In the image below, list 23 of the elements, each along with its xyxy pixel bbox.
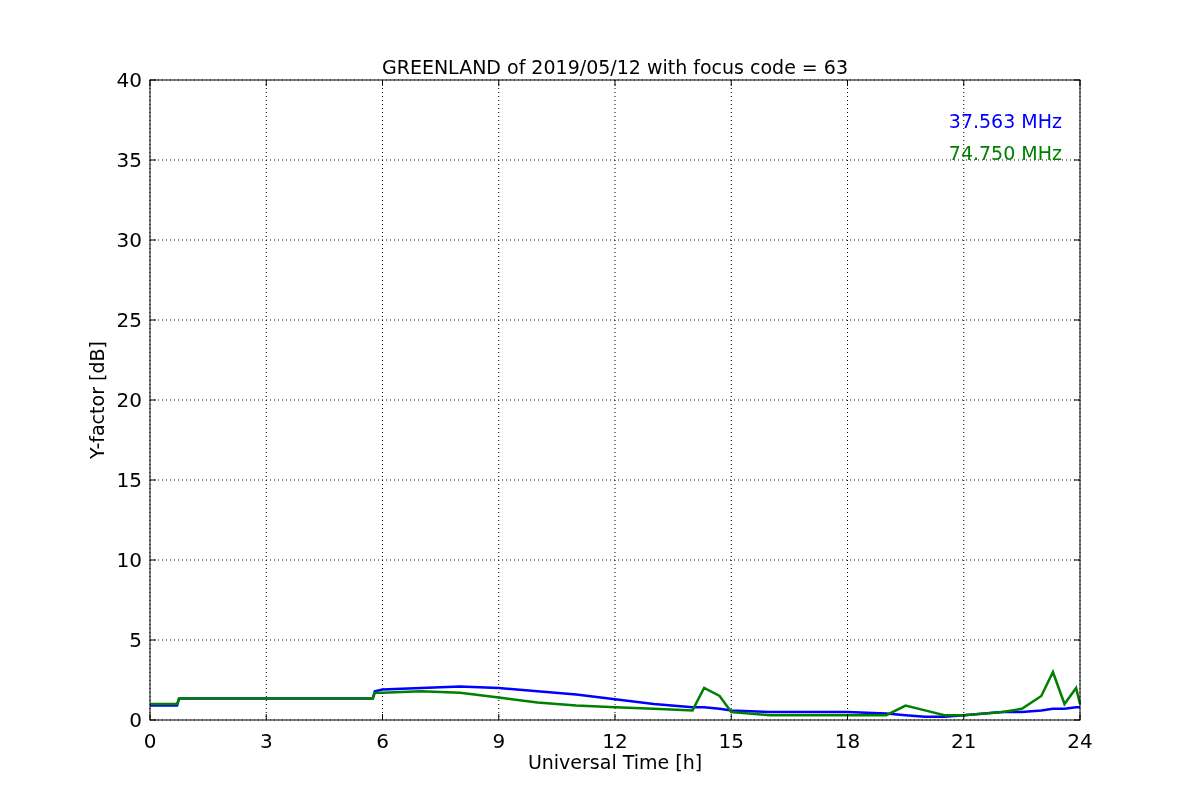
y-axis-label: Y-factor [dB] — [86, 341, 108, 459]
x-tick-label: 21 — [951, 729, 977, 753]
chart-title: GREENLAND of 2019/05/12 with focus code = 63 — [382, 56, 848, 78]
x-tick-label: 9 — [492, 729, 506, 753]
legend-label: 74.750 MHz — [948, 142, 1062, 164]
x-tick-label: 18 — [834, 729, 861, 753]
legend-label: 37.563 MHz — [948, 110, 1062, 132]
y-tick-label: 20 — [116, 388, 142, 412]
y-tick-label: 35 — [116, 148, 142, 172]
x-axis-label: Universal Time [h] — [527, 751, 703, 773]
x-tick-label: 15 — [718, 729, 744, 753]
y-tick-label: 40 — [116, 68, 142, 92]
y-tick-label: 25 — [116, 308, 142, 332]
y-tick-label: 15 — [116, 468, 142, 492]
y-tick-label: 30 — [116, 228, 142, 252]
x-tick-label: 6 — [376, 729, 389, 753]
x-tick-label: 0 — [143, 729, 157, 753]
y-tick-label: 10 — [116, 548, 142, 572]
x-tick-label: 24 — [1067, 729, 1093, 753]
x-tick-label: 3 — [259, 729, 273, 753]
x-tick-label: 12 — [602, 729, 628, 753]
y-tick-label: 0 — [129, 708, 142, 732]
y-tick-label: 5 — [129, 628, 142, 652]
